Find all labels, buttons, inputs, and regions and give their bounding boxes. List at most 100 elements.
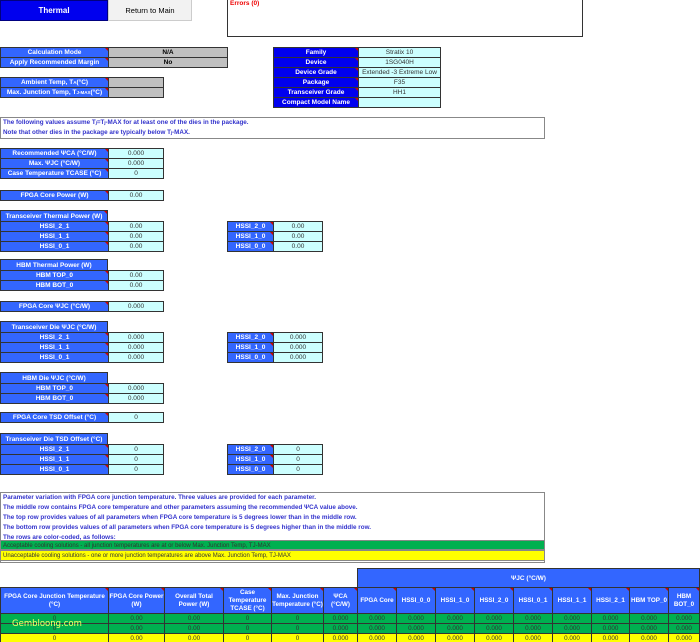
table-cell: 0 bbox=[1, 624, 108, 633]
table-cell: 0.000 bbox=[324, 614, 357, 623]
hbm-psi-table: HBM TOP_0 0.000 HBM BOT_0 0.000 bbox=[0, 383, 164, 404]
column-header: HBM BOT_0 bbox=[669, 588, 699, 613]
hssi-psi-value: 0.000 bbox=[274, 353, 322, 362]
fpga-core-power-label: FPGA Core Power (W) bbox=[1, 191, 108, 200]
hssi-psi-value: 0.000 bbox=[109, 333, 163, 342]
device-field-label: Device Grade bbox=[274, 68, 358, 77]
fpga-core-psi-table: FPGA Core ΨJC (°C/W) 0.000 bbox=[0, 301, 164, 312]
errors-label: Errors (0) bbox=[230, 0, 260, 7]
table-cell: 0.000 bbox=[592, 634, 629, 642]
hbm-power-value: 0.00 bbox=[109, 271, 163, 280]
hssi-psi-value: 0.000 bbox=[274, 343, 322, 352]
hbm-label: HBM TOP_0 bbox=[1, 271, 108, 280]
transceiver-psi-left-table: HSSI_2_1 0.000 HSSI_1_1 0.000 HSSI_0_1 0.000 bbox=[0, 332, 164, 363]
hssi-label: HSSI_1_0 bbox=[228, 455, 273, 464]
acceptable-legend: Acceptable cooling solutions - all junct… bbox=[0, 540, 545, 550]
hssi-label: HSSI_0_0 bbox=[228, 353, 273, 362]
table-cell: 0.000 bbox=[358, 624, 396, 633]
device-field-label: Family bbox=[274, 48, 358, 57]
table-cell: 0.000 bbox=[514, 624, 552, 633]
device-field-value[interactable]: 1SG040H bbox=[359, 58, 440, 67]
hbm-power-value: 0.00 bbox=[109, 281, 163, 290]
table-cell: 0 bbox=[272, 634, 323, 642]
fpga-tsd-table: FPGA Core TSD Offset (°C) 0 bbox=[0, 412, 164, 423]
hbm-psi-title: HBM Die ΨJC (°C/W) bbox=[0, 372, 108, 383]
device-field-value[interactable] bbox=[359, 98, 440, 107]
table-cell: 0.000 bbox=[553, 614, 591, 623]
fpga-tsd-value: 0 bbox=[109, 413, 163, 422]
hssi-psi-value: 0.000 bbox=[109, 353, 163, 362]
table-cell: 0.000 bbox=[630, 634, 668, 642]
return-to-main-button[interactable]: Return to Main bbox=[108, 0, 192, 21]
hssi-power-value: 0.00 bbox=[109, 222, 163, 231]
column-header: HSSI_0_1 bbox=[514, 588, 552, 613]
hssi-power-value: 0.00 bbox=[109, 232, 163, 241]
table-cell: 0.000 bbox=[436, 624, 474, 633]
table-cell: 0.000 bbox=[436, 634, 474, 642]
column-header: FPGA Core Junction Temperature (°C) bbox=[1, 588, 108, 613]
thermal-tab-button[interactable]: Thermal bbox=[0, 0, 108, 21]
device-info-table: Family Stratix 10 Device 1SG040H Device Grad… bbox=[273, 47, 441, 108]
transceiver-tsd-left-table: HSSI_2_1 0 HSSI_1_1 0 HSSI_0_1 0 bbox=[0, 444, 164, 475]
hssi-label: HSSI_2_0 bbox=[228, 333, 273, 342]
calculation-settings-table: Calculation Mode N/A Apply Recommended M… bbox=[0, 47, 228, 68]
device-field-value[interactable]: HH1 bbox=[359, 88, 440, 97]
table-cell: 0 bbox=[272, 614, 323, 623]
table-cell: 0 bbox=[272, 624, 323, 633]
table-cell: 0.000 bbox=[475, 624, 513, 633]
transceiver-psi-right-table: HSSI_2_0 0.000 HSSI_1_0 0.000 HSSI_0_0 0.000 bbox=[227, 332, 323, 363]
device-field-value[interactable]: Stratix 10 bbox=[359, 48, 440, 57]
hbm-label: HBM TOP_0 bbox=[1, 384, 108, 393]
fpga-core-psi-label: FPGA Core ΨJC (°C/W) bbox=[1, 302, 108, 311]
table-cell: 0 bbox=[224, 634, 271, 642]
table-cell: 0.000 bbox=[475, 614, 513, 623]
transceiver-power-left-table: HSSI_2_1 0.00 HSSI_1_1 0.00 HSSI_0_1 0.00 bbox=[0, 221, 164, 252]
apply-margin-value[interactable]: No bbox=[109, 58, 227, 67]
hssi-label: HSSI_0_1 bbox=[1, 353, 108, 362]
ambient-temp-label: Ambient Temp, TA (°C) bbox=[1, 78, 108, 87]
fpga-tsd-label: FPGA Core TSD Offset (°C) bbox=[1, 413, 108, 422]
recommended-results-table: Recommended ΨCA (°C/W) 0.000 Max. ΨJC (°… bbox=[0, 148, 164, 179]
hbm-label: HBM BOT_0 bbox=[1, 281, 108, 290]
hssi-label: HSSI_2_0 bbox=[228, 445, 273, 454]
device-field-label: Device bbox=[274, 58, 358, 67]
transceiver-power-right-table: HSSI_2_0 0.00 HSSI_1_0 0.00 HSSI_0_0 0.00 bbox=[227, 221, 323, 252]
table-cell: 0.00 bbox=[165, 614, 223, 623]
apply-margin-label: Apply Recommended Margin bbox=[1, 58, 108, 67]
variation-note-line: The top row provides values of all param… bbox=[3, 514, 357, 521]
hbm-label: HBM BOT_0 bbox=[1, 394, 108, 403]
device-field-value[interactable]: Extended -3 Extreme Low bbox=[359, 68, 440, 77]
hssi-label: HSSI_1_0 bbox=[228, 232, 273, 241]
hbm-power-table: HBM TOP_0 0.00 HBM BOT_0 0.00 bbox=[0, 270, 164, 291]
hssi-label: HSSI_1_1 bbox=[1, 343, 108, 352]
calculation-mode-label: Calculation Mode bbox=[1, 48, 108, 57]
column-header: ΨCA (°C/W) bbox=[324, 588, 357, 613]
hssi-label: HSSI_0_1 bbox=[1, 465, 108, 474]
column-header: FPGA Core bbox=[358, 588, 396, 613]
hssi-psi-value: 0.000 bbox=[274, 333, 322, 342]
device-field-value[interactable]: F35 bbox=[359, 78, 440, 87]
hbm-power-title: HBM Thermal Power (W) bbox=[0, 259, 108, 270]
case-temperature-label: Case Temperature TCASE (°C) bbox=[1, 169, 108, 178]
max-junction-temp-input[interactable] bbox=[109, 88, 163, 97]
variation-note-line: The middle row contains FPGA core temper… bbox=[3, 504, 358, 511]
hssi-label: HSSI_2_1 bbox=[1, 222, 108, 231]
assumption-note: The following values assume Tⱼ=Tⱼ-MAX fo… bbox=[0, 117, 545, 139]
hssi-power-value: 0.00 bbox=[274, 232, 322, 241]
table-cell: 0.000 bbox=[592, 614, 629, 623]
ambient-temp-input[interactable] bbox=[109, 78, 163, 87]
column-header: HSSI_0_0 bbox=[397, 588, 435, 613]
column-header: Max. Junction Temperature (°C) bbox=[272, 588, 323, 613]
table-cell: 0.000 bbox=[397, 614, 435, 623]
table-cell: 0.000 bbox=[397, 634, 435, 642]
table-cell: 0.000 bbox=[669, 614, 699, 623]
temperature-inputs-table: Ambient Temp, TA (°C) Max. Junction Temp… bbox=[0, 77, 164, 98]
table-cell: 0.000 bbox=[358, 614, 396, 623]
calculation-mode-value[interactable]: N/A bbox=[109, 48, 227, 57]
table-cell: 0.000 bbox=[436, 614, 474, 623]
column-header: HSSI_2_0 bbox=[475, 588, 513, 613]
hssi-psi-value: 0.000 bbox=[109, 343, 163, 352]
hssi-label: HSSI_2_1 bbox=[1, 445, 108, 454]
hssi-power-value: 0.00 bbox=[274, 222, 322, 231]
table-cell: 0.000 bbox=[475, 634, 513, 642]
